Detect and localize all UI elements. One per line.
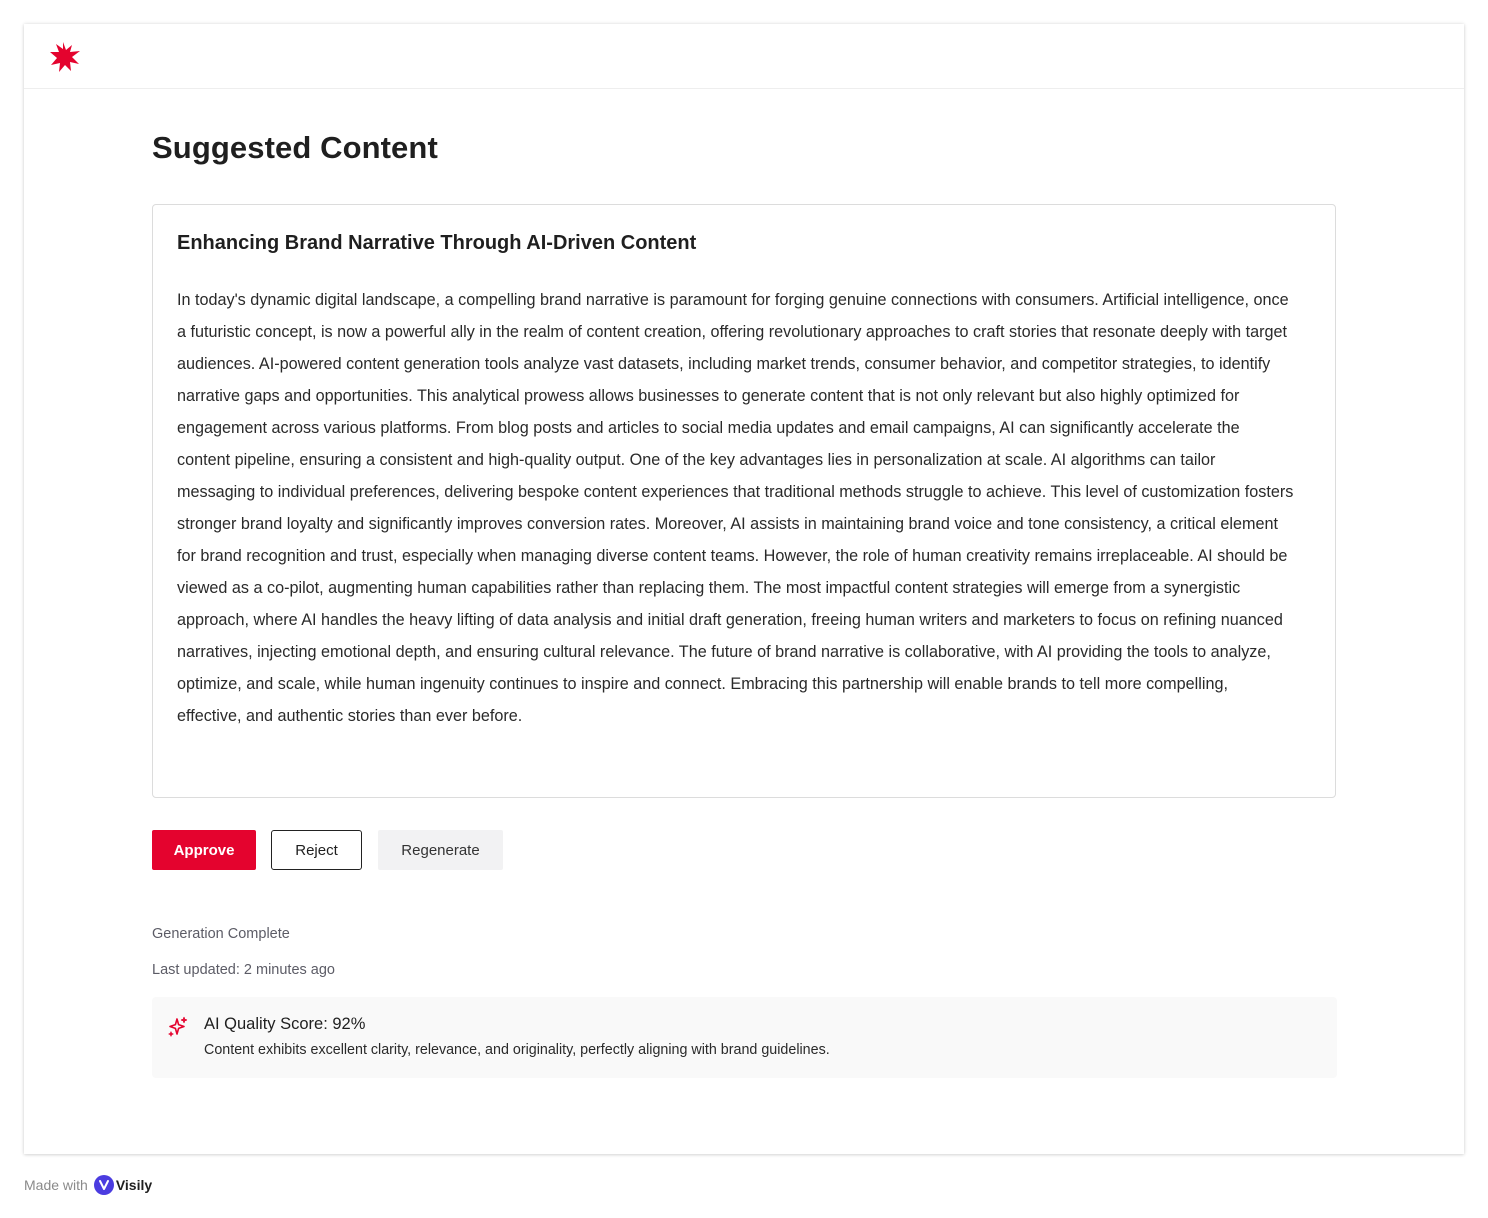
approve-button[interactable]: Approve [152, 830, 256, 870]
top-bar [24, 24, 1464, 89]
quality-score-description: Content exhibits excellent clarity, rele… [204, 1042, 830, 1058]
made-with-badge[interactable]: Made with Visily [24, 1175, 152, 1195]
reject-button[interactable]: Reject [271, 830, 362, 870]
last-updated: Last updated: 2 minutes ago [152, 962, 335, 978]
card-title: Enhancing Brand Narrative Through AI-Dri… [177, 232, 697, 254]
visily-logo: Visily [93, 1175, 153, 1195]
app-frame: Suggested Content Enhancing Brand Narrat… [24, 24, 1464, 1154]
visily-brand-name: Visily [115, 1177, 153, 1193]
card-body-text: In today's dynamic digital landscape, a … [177, 291, 1294, 725]
sparkle-icon [167, 1016, 189, 1038]
action-buttons: Approve Reject Regenerate [152, 830, 503, 870]
made-with-label: Made with [24, 1177, 88, 1193]
star-burst-icon[interactable] [48, 40, 82, 74]
generation-status: Generation Complete [152, 926, 290, 942]
regenerate-button[interactable]: Regenerate [378, 830, 503, 870]
page-title: Suggested Content [152, 130, 438, 165]
content-card: Enhancing Brand Narrative Through AI-Dri… [152, 204, 1336, 798]
quality-score-title: AI Quality Score: 92% [204, 1015, 366, 1033]
visily-logo-icon [93, 1175, 114, 1195]
quality-score-panel: AI Quality Score: 92% Content exhibits e… [152, 997, 1337, 1078]
